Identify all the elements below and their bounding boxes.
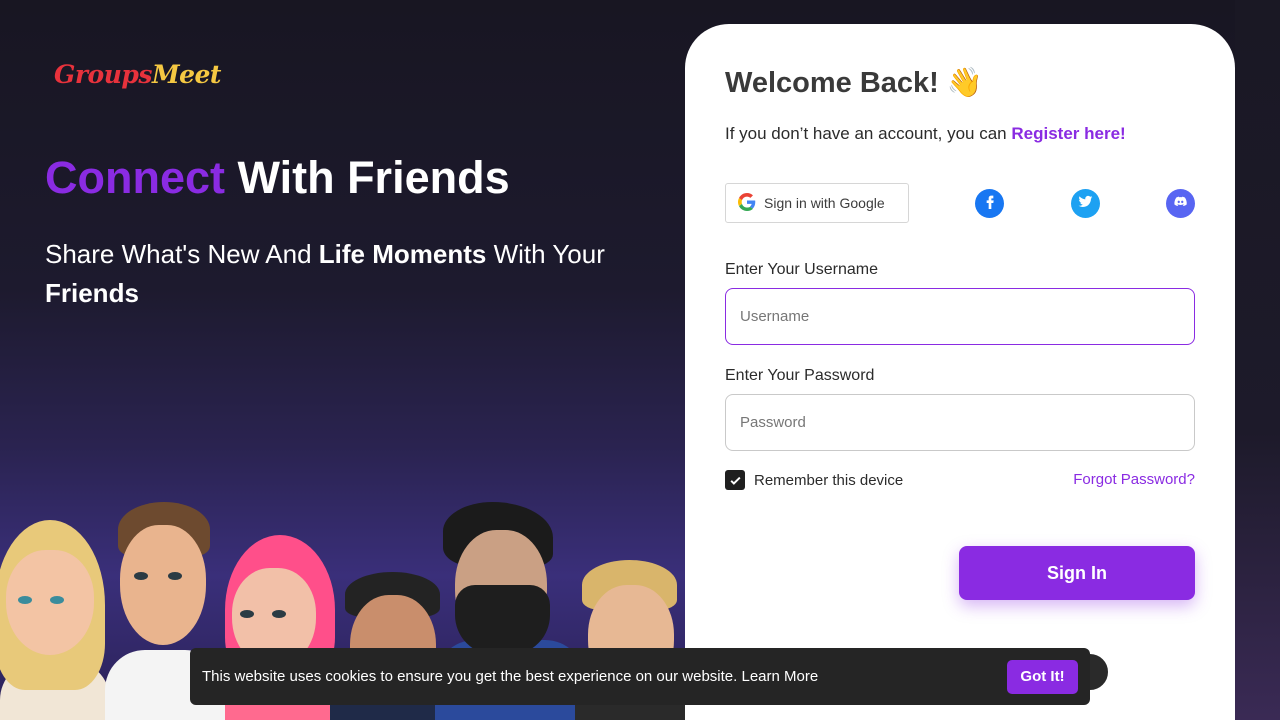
password-label: Enter Your Password [725,367,875,384]
remember-device[interactable]: Remember this device [725,470,903,490]
avatar-3-eye [272,610,286,618]
remember-label: Remember this device [754,471,904,489]
hero-sub-bold-1: Life Moments [318,239,487,269]
google-signin-label: Sign in with Google [764,195,885,211]
register-prefix: If you don’t have an account, you can [725,124,1012,143]
hero-title: Connect With Friends [45,152,510,204]
register-link[interactable]: Register here! [1011,124,1125,143]
hero-subtitle: Share What's New And Life Moments With Y… [45,235,635,313]
hero-sub-text-2: With Your [486,239,605,269]
remember-checkbox[interactable] [725,470,745,490]
discord-login-button[interactable] [1166,189,1195,218]
register-line: If you don’t have an account, you can Re… [725,124,1126,144]
login-card: Welcome Back! 👋 If you don’t have an acc… [685,24,1235,720]
cookie-banner: This website uses cookies to ensure you … [190,648,1090,705]
twitter-login-button[interactable] [1071,189,1100,218]
avatar-2-face [120,525,206,645]
brand-logo[interactable]: GroupsMeet [54,60,221,89]
google-icon [738,192,756,214]
discord-icon [1173,194,1188,214]
twitter-icon [1078,194,1093,214]
background-edge [1235,0,1280,720]
username-input[interactable] [725,288,1195,345]
avatar-3-eye [240,610,254,618]
username-label: Enter Your Username [725,261,878,278]
avatar-2-eye [134,572,148,580]
logo-part-groups: Groups [54,60,152,89]
welcome-heading: Welcome Back! 👋 [725,67,983,99]
hero-title-rest: With Friends [237,152,510,203]
google-signin-button[interactable]: Sign in with Google [725,183,909,223]
cookie-accept-button[interactable]: Got It! [1007,659,1078,694]
logo-part-meet: Meet [151,60,222,89]
cookie-text: This website uses cookies to ensure you … [202,668,819,685]
password-input[interactable] [725,394,1195,451]
check-icon [729,476,741,485]
hero-sub-text-1: Share What's New And [45,239,319,269]
forgot-password-link[interactable]: Forgot Password? [1073,471,1195,488]
hero-sub-bold-2: Friends [45,278,139,308]
avatar-1-eye [18,596,32,604]
facebook-icon [982,193,998,214]
avatar-5-mask [455,585,550,655]
avatar-2-eye [168,572,182,580]
facebook-login-button[interactable] [975,189,1004,218]
signin-button[interactable]: Sign In [959,546,1195,600]
avatar-1-eye [50,596,64,604]
hero-title-accent: Connect [45,152,225,203]
